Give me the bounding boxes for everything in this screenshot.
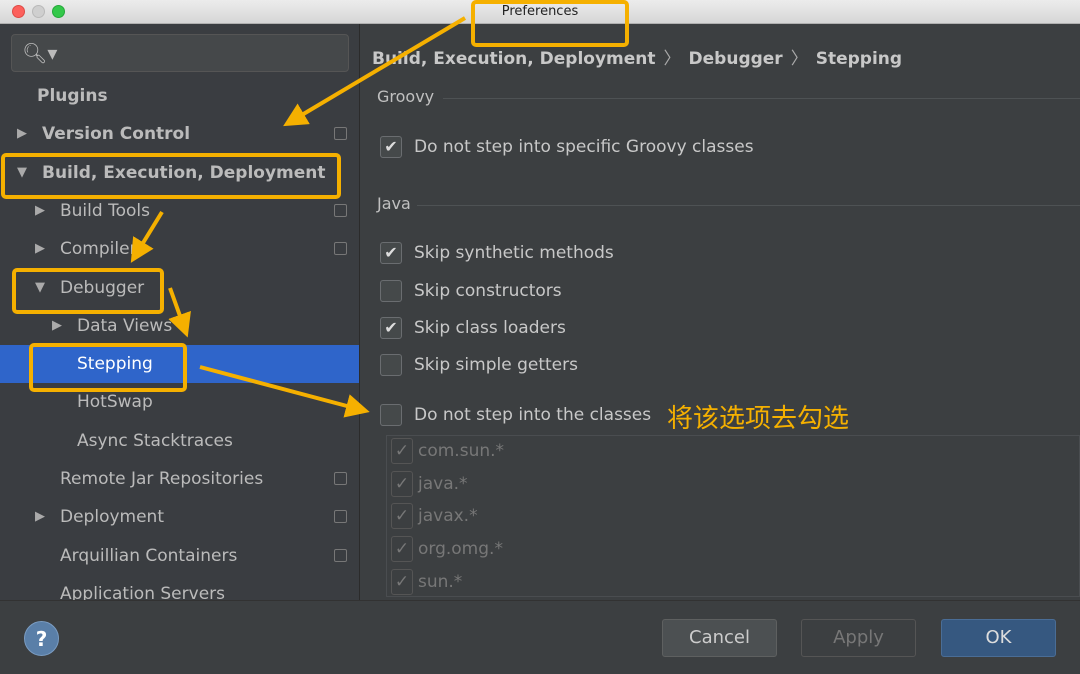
checkbox-label[interactable]: Skip class loaders [414,318,566,338]
sidebar-item[interactable]: ▼ Debugger [0,269,359,307]
sidebar-item-label: Remote Jar Repositories [60,469,264,489]
collapsed-arrow-icon[interactable]: ▶ [17,115,27,153]
annotation-note: 将该选项去勾选 [667,404,850,434]
checkbox-label[interactable]: Skip simple getters [414,355,578,375]
search-icon: 🔍︎▾ [22,41,58,65]
class-filter-label: sun.* [418,571,463,592]
sidebar-item[interactable]: Async Stacktraces [0,422,359,460]
sidebar-item-label: Data Views [77,315,173,336]
divider [417,205,1080,206]
sidebar-item-label: Stepping [77,354,153,375]
sidebar-item[interactable]: ▶ Compiler [0,230,359,268]
checkbox-label[interactable]: Skip constructors [414,281,562,301]
ok-button[interactable]: OK [941,619,1056,657]
cancel-button[interactable]: Cancel [662,619,777,657]
sidebar-item-label: Deployment [60,507,164,528]
breadcrumb-item[interactable]: Debugger [689,49,783,69]
breadcrumb: Build, Execution, Deployment 〉 Debugger 〉 St… [372,44,902,69]
breadcrumb-item[interactable]: Build, Execution, Deployment [372,49,656,69]
sidebar-item[interactable]: Remote Jar Repositories [0,460,359,498]
apply-button[interactable]: Apply [801,619,916,657]
checkbox[interactable] [380,404,402,426]
title-bar: Preferences [0,0,1080,24]
project-settings-icon [334,203,347,217]
collapsed-arrow-icon[interactable]: ▶ [35,192,45,230]
settings-sidebar: 🔍︎▾ Plugins ▶ Version Control ▼ Build, Execu… [0,24,360,600]
project-settings-icon [334,548,347,562]
sidebar-item[interactable]: Plugins [0,77,359,115]
class-filter-item[interactable]: ✓ sun.* [391,568,463,596]
sidebar-item[interactable]: ▶ Build Tools [0,192,359,230]
group-title-java: Java [377,194,411,213]
checkbox[interactable]: ✔ [380,317,402,339]
checkbox[interactable] [380,280,402,302]
project-settings-icon [334,242,347,256]
sidebar-item-label: Async Stacktraces [77,430,233,451]
sidebar-item-label: HotSwap [77,392,153,413]
checkbox[interactable]: ✓ [391,470,413,497]
sidebar-item[interactable]: Stepping [0,345,359,384]
checkbox[interactable]: ✓ [391,503,413,530]
sidebar-item-label: Version Control [42,124,191,145]
collapsed-arrow-icon[interactable]: ▶ [52,307,62,345]
expanded-arrow-icon[interactable]: ▼ [17,154,27,192]
class-filter-label: com.sun.* [418,441,505,461]
checkbox[interactable] [380,354,402,376]
checkbox-label[interactable]: Do not step into the classes [414,405,651,425]
checkbox[interactable]: ✓ [391,568,413,595]
sidebar-item-label: Debugger [60,277,145,298]
checkbox-label[interactable]: Skip synthetic methods [414,243,614,263]
sidebar-item-label: Build Tools [60,200,150,221]
collapsed-arrow-icon[interactable]: ▶ [35,230,45,268]
sidebar-item-label: Compiler [60,239,137,260]
checkbox[interactable]: ✔ [380,136,402,158]
checkbox[interactable]: ✓ [391,438,413,464]
class-filter-list: ✓ com.sun.* ✓ java.* ✓ javax.* ✓ org.omg.* ✓ sun.… [386,435,1080,597]
help-button[interactable]: ? [24,621,59,656]
sidebar-item[interactable]: ▶ Version Control [0,115,359,153]
sidebar-item-label: Plugins [37,86,108,106]
checkbox-label[interactable]: Do not step into specific Groovy classes [414,137,754,157]
search-input[interactable]: 🔍︎▾ [11,34,349,72]
sidebar-item-label: Build, Execution, Deployment [42,162,326,183]
class-filter-item[interactable]: ✓ java.* [391,470,468,501]
chevron-right-icon: 〉 [663,49,681,69]
project-settings-icon [334,127,347,141]
project-settings-icon [334,472,347,485]
breadcrumb-item: Stepping [815,49,903,69]
sidebar-item-label: Application Servers [60,583,225,600]
collapsed-arrow-icon[interactable]: ▶ [35,498,45,536]
checkbox[interactable]: ✔ [380,242,402,264]
checkbox[interactable]: ✓ [391,536,413,563]
project-settings-icon [334,510,347,524]
sidebar-item[interactable]: ▼ Build, Execution, Deployment [0,154,359,192]
sidebar-item[interactable]: Application Servers [0,575,359,600]
dialog-footer: ? Cancel Apply OK [0,600,1080,674]
class-filter-label: org.omg.* [418,539,503,560]
class-filter-item[interactable]: ✓ com.sun.* [391,438,504,468]
sidebar-item[interactable]: Arquillian Containers [0,537,359,575]
group-title-groovy: Groovy [377,87,435,106]
class-filter-label: javax.* [418,506,478,527]
window-title: Preferences [501,4,579,19]
sidebar-item[interactable]: ▶ Deployment [0,498,359,536]
chevron-right-icon: 〉 [790,49,808,69]
sidebar-item[interactable]: ▶ Data Views [0,307,359,345]
sidebar-item[interactable]: HotSwap [0,383,359,421]
settings-panel: Build, Execution, Deployment 〉 Debugger 〉 St… [361,24,1080,600]
expanded-arrow-icon[interactable]: ▼ [35,269,45,307]
class-filter-item[interactable]: ✓ javax.* [391,503,478,533]
class-filter-item[interactable]: ✓ org.omg.* [391,536,503,566]
sidebar-item-label: Arquillian Containers [60,545,238,566]
divider [443,98,1080,99]
class-filter-label: java.* [418,473,468,494]
